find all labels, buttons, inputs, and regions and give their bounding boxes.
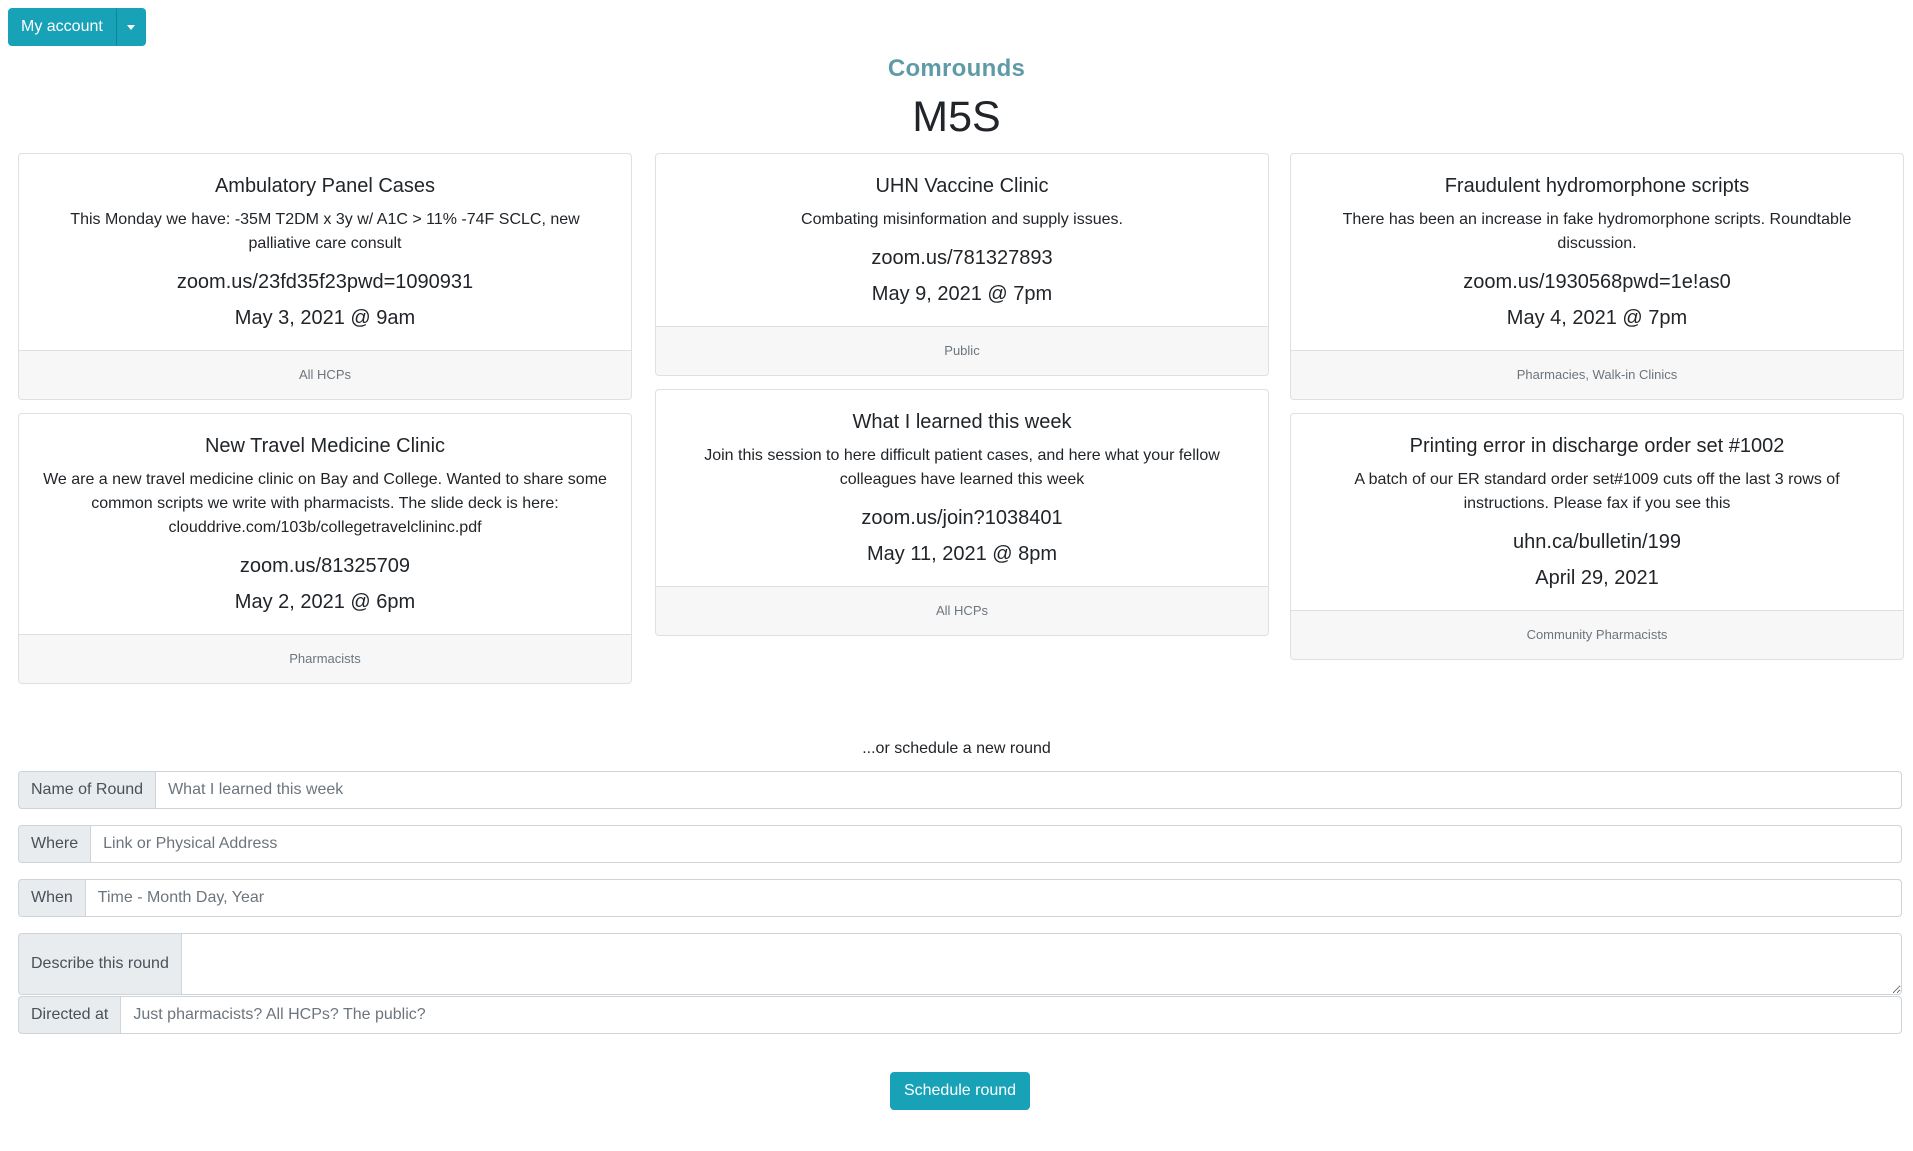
card-audience: All HCPs bbox=[656, 586, 1268, 635]
account-dropdown[interactable]: My account bbox=[8, 8, 146, 46]
describe-textarea[interactable] bbox=[180, 933, 1902, 995]
region-title: M5S bbox=[912, 93, 1001, 141]
card-date: May 2, 2021 @ 6pm bbox=[234, 591, 416, 613]
card-link[interactable]: zoom.us/81325709 bbox=[41, 548, 609, 584]
card-audience: Public bbox=[656, 326, 1268, 375]
card-audience: Pharmacies, Walk-in Clinics bbox=[1291, 350, 1903, 399]
card-date: May 3, 2021 @ 9am bbox=[234, 307, 416, 329]
card-date: May 4, 2021 @ 7pm bbox=[1506, 307, 1688, 329]
card-description: We are a new travel medicine clinic on B… bbox=[43, 471, 607, 536]
round-card: Fraudulent hydromorphone scripts There h… bbox=[1290, 153, 1904, 400]
schedule-round-button[interactable]: Schedule round bbox=[890, 1072, 1030, 1110]
my-account-button[interactable]: My account bbox=[8, 8, 116, 46]
name-of-round-input[interactable] bbox=[155, 771, 1902, 809]
describe-label: Describe this round bbox=[18, 933, 181, 995]
card-date: May 11, 2021 @ 8pm bbox=[866, 543, 1058, 565]
where-label: Where bbox=[18, 825, 91, 863]
card-title: UHN Vaccine Clinic bbox=[875, 175, 1049, 197]
card-link[interactable]: uhn.ca/bulletin/199 bbox=[1313, 524, 1881, 560]
caret-down-icon bbox=[126, 24, 135, 30]
card-audience: Pharmacists bbox=[19, 634, 631, 683]
card-title: Ambulatory Panel Cases bbox=[214, 175, 436, 197]
card-description: Combating misinformation and supply issu… bbox=[801, 211, 1123, 228]
card-title: What I learned this week bbox=[852, 411, 1072, 433]
card-title: New Travel Medicine Clinic bbox=[204, 435, 446, 457]
round-card: Ambulatory Panel Cases This Monday we ha… bbox=[18, 153, 632, 400]
directed-at-label: Directed at bbox=[18, 996, 121, 1034]
account-caret-button[interactable] bbox=[115, 8, 146, 46]
name-of-round-group: Name of Round bbox=[18, 771, 1902, 809]
name-of-round-label: Name of Round bbox=[18, 771, 156, 809]
card-description: A batch of our ER standard order set#100… bbox=[1354, 471, 1840, 512]
schedule-heading: ...or schedule a new round bbox=[862, 740, 1051, 757]
card-date: May 9, 2021 @ 7pm bbox=[871, 283, 1053, 305]
card-title: Fraudulent hydromorphone scripts bbox=[1444, 175, 1750, 197]
round-card: UHN Vaccine Clinic Combating misinformat… bbox=[655, 153, 1269, 376]
card-description: Join this session to here difficult pati… bbox=[704, 447, 1220, 488]
directed-at-group: Directed at bbox=[18, 996, 1902, 1034]
card-date: April 29, 2021 bbox=[1535, 567, 1659, 589]
round-card: What I learned this week Join this sessi… bbox=[655, 389, 1269, 636]
when-label: When bbox=[18, 879, 85, 917]
when-input[interactable] bbox=[84, 879, 1902, 917]
where-group: Where bbox=[18, 825, 1902, 863]
card-description: This Monday we have: -35M T2DM x 3y w/ A… bbox=[70, 211, 580, 252]
directed-at-input[interactable] bbox=[120, 996, 1902, 1034]
when-group: When bbox=[18, 879, 1902, 917]
describe-group: Describe this round bbox=[18, 933, 1902, 995]
round-card: New Travel Medicine Clinic We are a new … bbox=[18, 413, 632, 684]
card-link[interactable]: zoom.us/781327893 bbox=[678, 240, 1246, 276]
brand-title: Comrounds bbox=[887, 55, 1026, 82]
card-link[interactable]: zoom.us/join?1038401 bbox=[678, 500, 1246, 536]
where-input[interactable] bbox=[90, 825, 1902, 863]
card-link[interactable]: zoom.us/1930568pwd=1e!as0 bbox=[1313, 264, 1881, 300]
round-card: Printing error in discharge order set #1… bbox=[1290, 413, 1904, 660]
card-description: There has been an increase in fake hydro… bbox=[1342, 211, 1852, 252]
card-title: Printing error in discharge order set #1… bbox=[1409, 435, 1785, 457]
card-audience: Community Pharmacists bbox=[1291, 610, 1903, 659]
card-audience: All HCPs bbox=[19, 350, 631, 399]
card-link[interactable]: zoom.us/23fd35f23pwd=1090931 bbox=[41, 264, 609, 300]
